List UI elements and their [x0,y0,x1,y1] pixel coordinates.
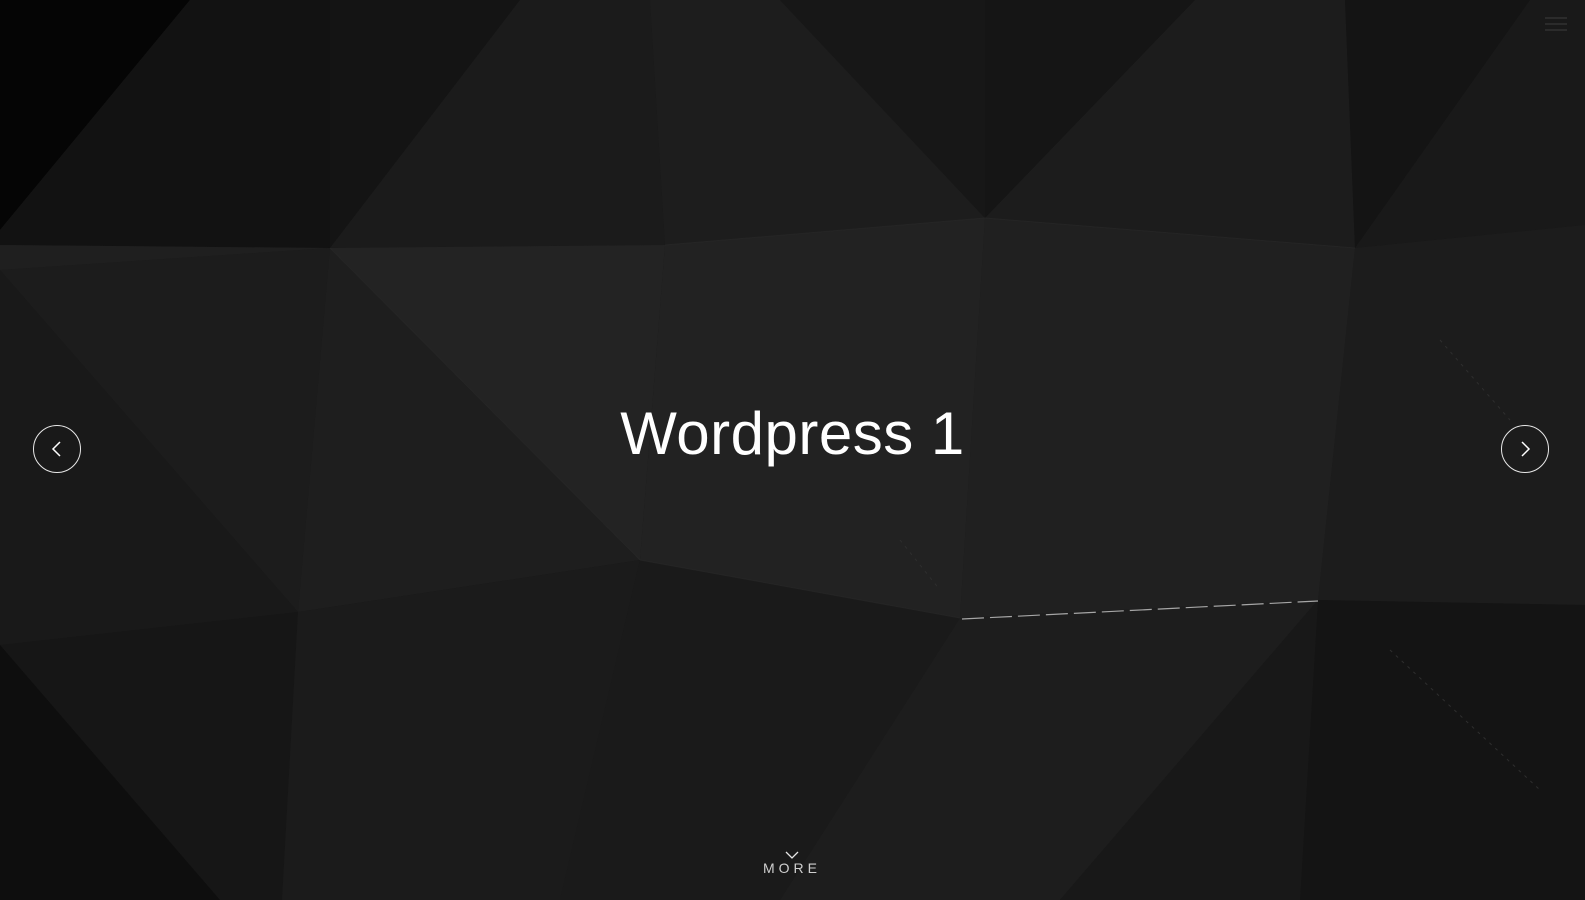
slide-title: Wordpress 1 [620,400,965,467]
menu-toggle-button[interactable] [1545,14,1569,34]
next-slide-button[interactable] [1501,425,1549,473]
previous-slide-button[interactable] [33,425,81,473]
hero-slider: Wordpress 1 MORE [0,0,1585,900]
chevron-right-icon [1521,441,1531,457]
more-label: MORE [763,860,821,876]
hamburger-menu-icon [1545,17,1567,31]
chevron-left-icon [51,441,61,457]
scroll-more-button[interactable]: MORE [742,850,842,878]
